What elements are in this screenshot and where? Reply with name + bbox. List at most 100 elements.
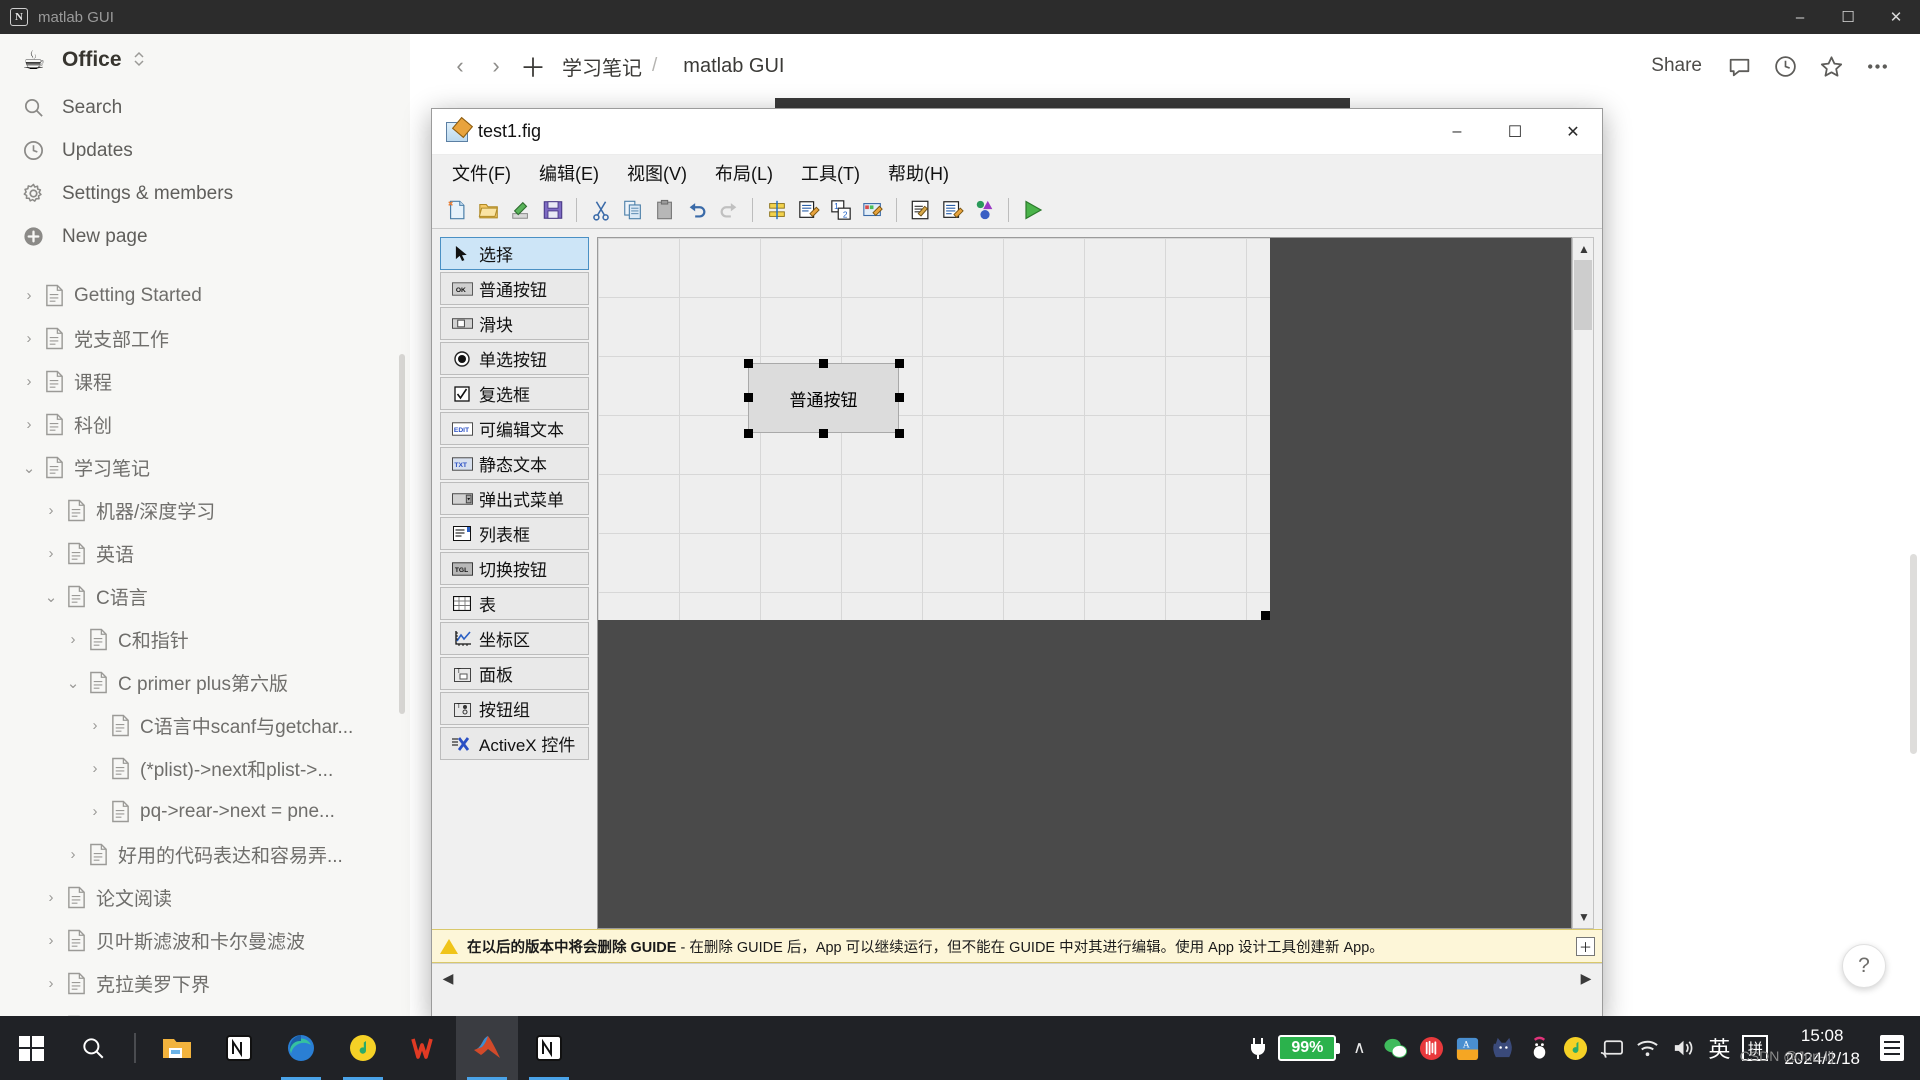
matlab-menu-item[interactable]: 工具(T)	[797, 158, 864, 188]
redo-icon[interactable]	[714, 196, 743, 224]
taskbar-matlab[interactable]	[456, 1016, 518, 1080]
new-file-icon[interactable]	[442, 196, 471, 224]
chevron-right-icon[interactable]: ›	[18, 373, 40, 390]
cut-icon[interactable]	[586, 196, 615, 224]
tree-item[interactable]: ›(*plist)->next和plist->...	[0, 747, 410, 790]
chevron-right-icon[interactable]: ›	[40, 932, 62, 949]
sidebar-item-updates[interactable]: Updates	[0, 129, 410, 172]
comment-icon[interactable]	[1718, 46, 1760, 86]
taskbar-wps-office[interactable]	[394, 1016, 456, 1080]
tree-item[interactable]: ›统计信号处理基础-估计与检...	[0, 1005, 410, 1016]
tree-item[interactable]: ›课程	[0, 360, 410, 403]
scroll-left-arrow[interactable]: ◀	[437, 970, 459, 987]
chevron-down-icon[interactable]: ⌄	[40, 588, 62, 606]
warning-expand-button[interactable]: ＋	[1576, 937, 1595, 956]
ellipsis-icon[interactable]	[1856, 46, 1898, 86]
tree-item[interactable]: ›科创	[0, 403, 410, 446]
ime-language-indicator[interactable]: 英	[1702, 1016, 1736, 1080]
palette-item[interactable]: 选择	[440, 237, 589, 270]
palette-item[interactable]: TGL切换按钮	[440, 552, 589, 585]
align-objects-icon[interactable]	[762, 196, 791, 224]
scroll-right-arrow[interactable]: ▶	[1575, 970, 1597, 987]
tree-item[interactable]: ›好用的代码表达和容易弄...	[0, 833, 410, 876]
close-button[interactable]: ✕	[1872, 0, 1920, 34]
screen-cast-icon[interactable]	[1594, 1016, 1628, 1080]
tree-item[interactable]: ›C和指针	[0, 618, 410, 661]
share-button[interactable]: Share	[1639, 46, 1714, 86]
resize-handle-ne[interactable]	[895, 359, 904, 368]
chevron-right-icon[interactable]: ›	[84, 760, 106, 777]
scroll-up-arrow[interactable]: ▲	[1574, 239, 1594, 259]
tree-item[interactable]: ›贝叶斯滤波和卡尔曼滤波	[0, 919, 410, 962]
canvas-vertical-scrollbar[interactable]: ▲ ▼	[1572, 237, 1594, 929]
chevron-right-icon[interactable]: ›	[40, 502, 62, 519]
menu-editor-icon[interactable]	[794, 196, 823, 224]
tree-item[interactable]: ⌄学习笔记	[0, 446, 410, 489]
figure-resize-handle[interactable]	[1261, 611, 1270, 620]
palette-item[interactable]: 复选框	[440, 377, 589, 410]
tree-item[interactable]: ›英语	[0, 532, 410, 575]
scroll-down-arrow[interactable]: ▼	[1574, 907, 1594, 927]
resize-handle-s[interactable]	[819, 429, 828, 438]
sidebar-item-search[interactable]: Search	[0, 86, 410, 129]
tree-item[interactable]: ›论文阅读	[0, 876, 410, 919]
start-button[interactable]	[0, 1016, 62, 1080]
palette-item[interactable]: 滑块	[440, 307, 589, 340]
qq-music-tray-icon[interactable]	[1558, 1016, 1592, 1080]
tree-item[interactable]: ›机器/深度学习	[0, 489, 410, 532]
chevron-right-icon[interactable]: ›	[18, 416, 40, 433]
chevron-right-icon[interactable]: ›	[84, 803, 106, 820]
wechat-icon[interactable]	[1378, 1016, 1412, 1080]
resize-handle-se[interactable]	[895, 429, 904, 438]
palette-item[interactable]: 单选按钮	[440, 342, 589, 375]
pushbutton-component[interactable]: 普通按钮	[748, 363, 899, 433]
matlab-menu-item[interactable]: 布局(L)	[711, 158, 777, 188]
palette-item[interactable]: 坐标区	[440, 622, 589, 655]
netease-music-icon[interactable]	[1414, 1016, 1448, 1080]
taskbar-file-explorer[interactable]	[146, 1016, 208, 1080]
palette-item[interactable]: OK普通按钮	[440, 272, 589, 305]
chevron-down-icon[interactable]: ⌄	[62, 674, 84, 692]
chevron-right-icon[interactable]: ›	[18, 287, 40, 304]
tab-order-editor-icon[interactable]: 12	[826, 196, 855, 224]
battery-indicator[interactable]: 99%	[1278, 1035, 1340, 1061]
chevron-right-icon[interactable]: ›	[84, 717, 106, 734]
chevron-down-icon[interactable]: ⌄	[18, 459, 40, 477]
show-hidden-icons-button[interactable]: ∧	[1342, 1016, 1376, 1080]
palette-item[interactable]: T面板	[440, 657, 589, 690]
figure-canvas[interactable]: 普通按钮	[597, 237, 1572, 929]
taskbar-microsoft-edge[interactable]	[270, 1016, 332, 1080]
canvas-scroll-thumb[interactable]	[1574, 260, 1592, 330]
figure-layout-area[interactable]: 普通按钮	[598, 238, 1270, 620]
palette-item[interactable]: 表	[440, 587, 589, 620]
tree-item[interactable]: ›党支部工作	[0, 317, 410, 360]
matlab-menu-item[interactable]: 帮助(H)	[884, 158, 953, 188]
paste-icon[interactable]	[650, 196, 679, 224]
save-icon[interactable]	[538, 196, 567, 224]
taskbar-search-button[interactable]	[62, 1016, 124, 1080]
qq-icon[interactable]	[1522, 1016, 1556, 1080]
tree-item[interactable]: ⌄C primer plus第六版	[0, 661, 410, 704]
cat-app-icon[interactable]	[1486, 1016, 1520, 1080]
save-as-icon[interactable]	[506, 196, 535, 224]
sidebar-item-new-page[interactable]: New page	[0, 215, 410, 258]
m-file-editor-icon[interactable]	[906, 196, 935, 224]
taskbar-qq-music[interactable]	[332, 1016, 394, 1080]
tree-item[interactable]: ›Getting Started	[0, 274, 410, 317]
tree-item[interactable]: ›克拉美罗下界	[0, 962, 410, 1005]
copy-icon[interactable]	[618, 196, 647, 224]
palette-item[interactable]: 列表框	[440, 517, 589, 550]
matlab-close-button[interactable]: ✕	[1544, 109, 1602, 155]
add-page-button[interactable]: ＋	[520, 48, 546, 85]
main-scrollbar[interactable]	[1910, 554, 1917, 754]
notification-center-button[interactable]	[1872, 1016, 1912, 1080]
breadcrumb-current[interactable]: matlab GUI	[683, 55, 784, 78]
maximize-button[interactable]: ☐	[1824, 0, 1872, 34]
taskbar-notion[interactable]	[208, 1016, 270, 1080]
chevron-right-icon[interactable]: ›	[18, 330, 40, 347]
matlab-menu-item[interactable]: 视图(V)	[623, 158, 691, 188]
star-icon[interactable]	[1810, 46, 1852, 86]
chevron-right-icon[interactable]: ›	[40, 975, 62, 992]
matlab-maximize-button[interactable]: ☐	[1486, 109, 1544, 155]
chevron-right-icon[interactable]: ›	[40, 545, 62, 562]
